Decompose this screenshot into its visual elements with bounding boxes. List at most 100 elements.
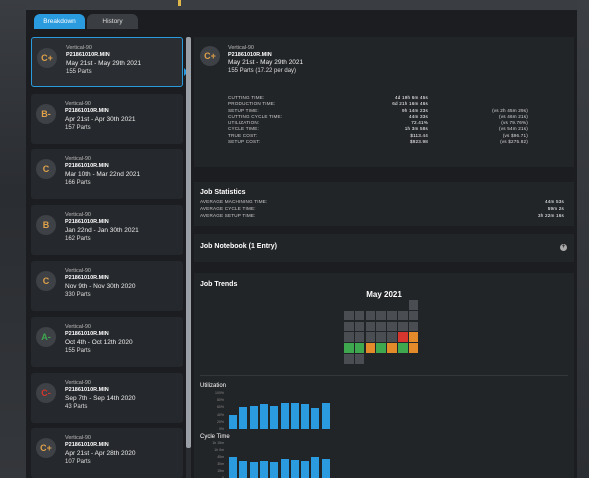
axis-tick-label: 15m — [217, 469, 224, 473]
tab-breakdown[interactable]: Breakdown — [34, 14, 85, 29]
background-right — [577, 0, 589, 478]
chart-bar[interactable] — [229, 457, 237, 478]
job-card[interactable]: C Vertical-90 P21861010R.MIN Nov 9th - N… — [31, 261, 183, 311]
calendar-day[interactable] — [376, 321, 386, 332]
calendar-day[interactable] — [398, 310, 408, 321]
job-card[interactable]: B- Vertical-90 P21861010R.MIN Apr 21st -… — [31, 94, 183, 144]
metric-value: 4d 19h 6m 45s — [395, 95, 428, 100]
metric-compare: (vs 54m 21s) — [499, 126, 528, 132]
calendar-day[interactable] — [354, 321, 365, 332]
job-notebook[interactable]: Job Notebook (1 Entry) + — [194, 234, 574, 262]
calendar-day[interactable] — [398, 332, 408, 342]
job-panel: Breakdown History C+ Vertical-90 P218610… — [26, 10, 577, 478]
chart-bar[interactable] — [290, 460, 299, 478]
calendar-day[interactable] — [387, 321, 397, 332]
date-range: May 21st - May 29th 2021 — [228, 59, 304, 66]
chart-bar[interactable] — [259, 403, 268, 429]
trends-title: Job Trends — [200, 281, 238, 288]
calendar-day[interactable] — [365, 321, 376, 332]
calendar-day[interactable] — [408, 321, 419, 332]
axis-tick-label: 80% — [216, 398, 224, 403]
calendar-day[interactable] — [398, 321, 408, 332]
chart-bar[interactable] — [239, 407, 248, 429]
calendar-day[interactable] — [354, 343, 365, 353]
chart-bar[interactable] — [249, 461, 258, 478]
date-range: May 21st - May 29th 2021 — [66, 60, 142, 67]
chart-bar[interactable] — [229, 414, 237, 429]
axis-tick-label: 100% — [215, 391, 224, 395]
stat-label: AVERAGE SETUP TIME: — [200, 213, 256, 218]
calendar-day[interactable] — [365, 343, 376, 353]
calendar-day[interactable] — [344, 343, 354, 353]
axis-tick-label: 45m — [217, 455, 224, 459]
divider — [200, 375, 568, 376]
expand-plus-icon[interactable]: + — [560, 244, 567, 251]
axis-tick-label: 1h 15m — [212, 441, 224, 445]
metric-compare: (vs $275.82) — [500, 139, 528, 145]
calendar-day[interactable] — [344, 332, 354, 342]
job-card[interactable]: C+ Vertical-90 P21861010R.MIN May 21st -… — [31, 37, 183, 87]
calendar-day[interactable] — [387, 332, 397, 342]
calendar-day[interactable] — [354, 332, 365, 342]
job-card[interactable]: B Vertical-90 P21861010R.MIN Jan 22nd - … — [31, 205, 183, 255]
grade-badge: B- — [36, 104, 56, 124]
machine-name: Vertical-90 — [65, 324, 91, 330]
metric-label: CUTTING TIME: — [228, 95, 265, 100]
metric-value: 44m 33s — [408, 113, 428, 119]
metric-value: $923.98 — [409, 139, 428, 145]
grade-badge: C — [36, 159, 56, 179]
calendar-day[interactable] — [408, 310, 419, 321]
background-left — [0, 0, 26, 478]
job-card[interactable]: C Vertical-90 P21861010R.MIN Mar 10th - … — [31, 149, 183, 199]
job-card[interactable]: C+ Vertical-90 P21861010R.MIN Apr 21st -… — [31, 428, 183, 478]
grade-badge: C+ — [37, 48, 57, 68]
calendar-day[interactable] — [354, 354, 365, 364]
stat-value: 44m 53s — [544, 199, 564, 204]
chart-bar[interactable] — [280, 402, 289, 429]
chart-bar[interactable] — [311, 407, 320, 429]
chart-bar[interactable] — [259, 460, 268, 478]
tab-history[interactable]: History — [87, 14, 138, 29]
chart-bar[interactable] — [321, 403, 330, 429]
calendar-day[interactable] — [344, 310, 354, 321]
chart-bar[interactable] — [249, 405, 258, 429]
chart-bar[interactable] — [270, 406, 279, 429]
machine-name: Vertical-90 — [65, 268, 91, 274]
calendar-day[interactable] — [398, 343, 408, 353]
calendar-day[interactable] — [387, 310, 397, 321]
chart-bar[interactable] — [311, 456, 320, 478]
chart-bar[interactable] — [280, 459, 289, 478]
metrics-list: CUTTING TIME: 4d 19h 6m 45s PRODUCTION TI… — [228, 95, 528, 145]
date-range: Oct 4th - Oct 12th 2020 — [65, 339, 133, 346]
chart-bar[interactable] — [290, 403, 299, 429]
calendar-day[interactable] — [387, 343, 397, 353]
calendar-day[interactable] — [365, 310, 376, 321]
axis-tick-label: 60% — [216, 405, 224, 410]
calendar-day[interactable] — [408, 300, 419, 310]
scrollbar-thumb[interactable] — [186, 37, 191, 448]
utilization-label: Utilization — [200, 383, 227, 389]
calendar-day[interactable] — [344, 321, 354, 332]
calendar-day[interactable] — [376, 343, 386, 353]
axis-tick-label: 0% — [218, 427, 224, 431]
chart-bar[interactable] — [270, 461, 279, 478]
chart-bar[interactable] — [301, 404, 310, 429]
metric-value: 9h 14m 23s — [401, 107, 428, 113]
calendar-day[interactable] — [365, 332, 376, 342]
calendar-day[interactable] — [376, 310, 386, 321]
chart-bar[interactable] — [239, 461, 248, 478]
parts-count: 107 Parts — [65, 459, 91, 465]
chart-bar[interactable] — [301, 461, 310, 478]
job-card[interactable]: A- Vertical-90 P21861010R.MIN Oct 4th - … — [31, 317, 183, 367]
calendar-day[interactable] — [376, 332, 386, 342]
program-file: P21861010R.MIN — [66, 52, 110, 58]
calendar-day[interactable] — [408, 343, 419, 353]
chart-bar[interactable] — [321, 459, 330, 478]
machine-name: Vertical-90 — [65, 212, 91, 218]
job-trends: Job Trends May 2021 Utilization 100% 80% 6… — [194, 273, 574, 478]
calendar-day[interactable] — [354, 310, 365, 321]
calendar-day[interactable] — [408, 332, 419, 342]
job-card[interactable]: C- Vertical-90 P21861010R.MIN Sep 7th - … — [31, 373, 183, 423]
stat-label: AVERAGE MACHINING TIME: — [200, 199, 268, 204]
calendar-day[interactable] — [344, 354, 354, 364]
